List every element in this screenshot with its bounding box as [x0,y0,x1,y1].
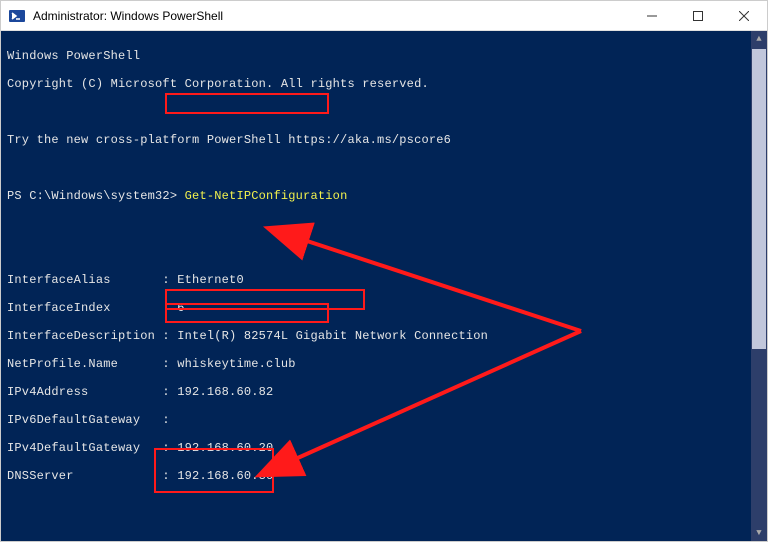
close-button[interactable] [721,1,767,30]
terminal-area[interactable]: Windows PowerShell Copyright (C) Microso… [1,31,767,541]
output-line: Try the new cross-platform PowerShell ht… [7,133,761,147]
titlebar[interactable]: Administrator: Windows PowerShell [1,1,767,31]
powershell-window: Administrator: Windows PowerShell Window… [0,0,768,542]
output-line: Windows PowerShell [7,49,761,63]
output-line: IPv4DefaultGateway : 192.168.60.20 [7,441,761,455]
output-line: DNSServer : 192.168.60.30 [7,469,761,483]
output-line [7,105,761,119]
output-line: InterfaceDescription : Intel(R) 82574L G… [7,329,761,343]
maximize-button[interactable] [675,1,721,30]
output-line: NetProfile.Name : whiskeytime.club [7,357,761,371]
output-line [7,497,761,511]
close-icon [739,11,749,21]
minimize-button[interactable] [629,1,675,30]
output-line [7,525,761,539]
output-line: InterfaceIndex : 6 [7,301,761,315]
output-line: IPv4Address : 192.168.60.82 [7,385,761,399]
minimize-icon [647,11,657,21]
window-controls [629,1,767,30]
prompt-text: PS C:\Windows\system32> [7,189,185,203]
output-line: InterfaceAlias : Ethernet0 [7,273,761,287]
window-title: Administrator: Windows PowerShell [33,9,629,23]
output-line: Copyright (C) Microsoft Corporation. All… [7,77,761,91]
output-line: IPv6DefaultGateway : [7,413,761,427]
command-text: Get-NetIPConfiguration [185,189,348,203]
scroll-down-button[interactable]: ▼ [751,525,767,541]
scrollbar-thumb[interactable] [752,49,766,349]
scrollbar[interactable]: ▲ ▼ [751,31,767,541]
output-line [7,217,761,231]
output-line [7,245,761,259]
scroll-up-button[interactable]: ▲ [751,31,767,47]
powershell-icon [9,8,25,24]
prompt-line: PS C:\Windows\system32> Get-NetIPConfigu… [7,189,761,203]
output-line [7,161,761,175]
maximize-icon [693,11,703,21]
